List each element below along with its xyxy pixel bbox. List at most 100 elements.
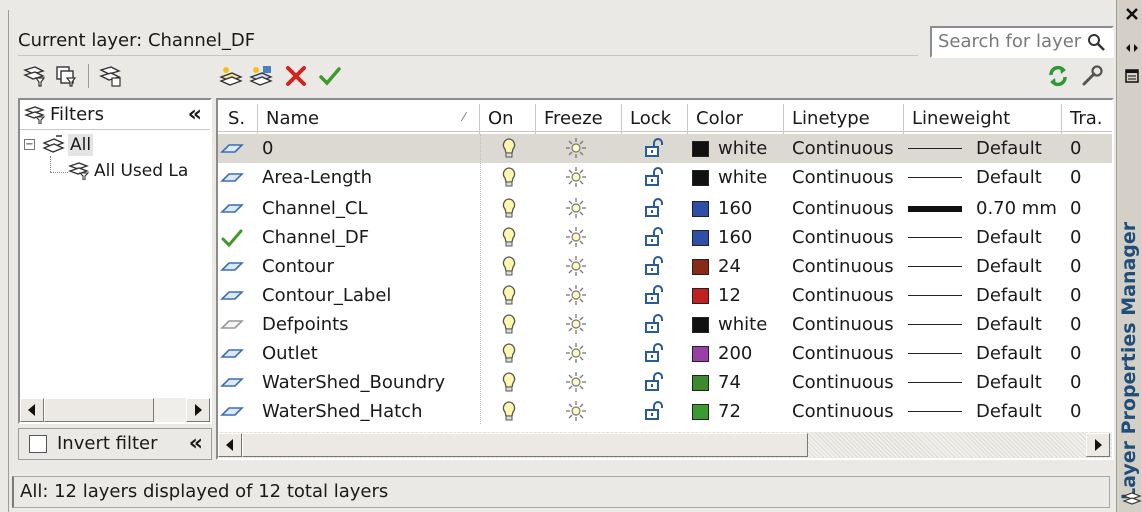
column-header-color[interactable]: Color: [688, 104, 784, 134]
table-row[interactable]: Outlet 200 Continuous Default 0: [218, 339, 1112, 368]
lightbulb-on-icon[interactable]: [500, 163, 540, 192]
layer-transparency[interactable]: 0: [1070, 194, 1110, 223]
unlocked-icon[interactable]: [642, 368, 682, 397]
new-filter-icon[interactable]: [22, 64, 46, 88]
scroll-thumb[interactable]: [44, 398, 154, 422]
color-swatch[interactable]: [692, 141, 709, 157]
layer-lineweight[interactable]: Default: [976, 339, 1064, 368]
layer-color[interactable]: 12: [718, 281, 784, 310]
tree-label-all[interactable]: All: [68, 134, 94, 156]
delete-layer-icon[interactable]: [284, 64, 308, 88]
layer-lineweight[interactable]: Default: [976, 281, 1064, 310]
sun-thawed-icon[interactable]: [564, 281, 604, 310]
search-input[interactable]: Search for layer: [938, 31, 1081, 52]
layer-color[interactable]: white: [718, 163, 784, 192]
column-header-linetype[interactable]: Linetype: [784, 104, 904, 134]
layer-lineweight[interactable]: Default: [976, 163, 1064, 192]
scroll-left-button[interactable]: [20, 398, 44, 422]
unlocked-icon[interactable]: [642, 194, 682, 223]
properties-icon[interactable]: [1124, 68, 1140, 84]
autohide-icon[interactable]: [1124, 40, 1140, 56]
column-header-freeze[interactable]: Freeze: [536, 104, 622, 134]
layer-lineweight[interactable]: Default: [976, 134, 1064, 163]
table-row[interactable]: 0 white Continuous Default 0: [218, 134, 1112, 163]
list-scroll-right-button[interactable]: [1086, 433, 1110, 457]
refresh-icon[interactable]: [1046, 64, 1070, 88]
color-swatch[interactable]: [692, 404, 709, 420]
current-layer-check-icon[interactable]: [220, 223, 256, 252]
layer-color[interactable]: 200: [718, 339, 784, 368]
color-swatch[interactable]: [692, 288, 709, 304]
lightbulb-on-icon[interactable]: [500, 134, 540, 163]
list-scroll-left-button[interactable]: [218, 433, 242, 457]
layer-status-icon[interactable]: [220, 134, 256, 163]
layer-list-scrollbar[interactable]: [218, 432, 1112, 458]
lightbulb-on-icon[interactable]: [500, 223, 540, 252]
lightbulb-on-icon[interactable]: [500, 339, 540, 368]
layer-name[interactable]: Contour: [262, 252, 480, 281]
unlocked-icon[interactable]: [642, 339, 682, 368]
layer-linetype[interactable]: Continuous: [792, 134, 904, 163]
layer-linetype[interactable]: Continuous: [792, 163, 904, 192]
layer-name[interactable]: Area-Length: [262, 163, 480, 192]
table-row[interactable]: Contour 24 Continuous Default 0: [218, 252, 1112, 281]
sun-thawed-icon[interactable]: [564, 310, 604, 339]
layer-transparency[interactable]: 0: [1070, 310, 1110, 339]
tree-expander[interactable]: −: [24, 139, 35, 150]
layer-name[interactable]: Channel_DF: [262, 223, 480, 252]
lightbulb-on-icon[interactable]: [500, 252, 540, 281]
table-row[interactable]: WaterShed_Hatch 72 Continuous Default 0: [218, 397, 1112, 426]
layer-color[interactable]: 160: [718, 194, 784, 223]
layer-status-icon[interactable]: [220, 397, 256, 426]
unlocked-icon[interactable]: [642, 134, 682, 163]
layer-name[interactable]: WaterShed_Boundry: [262, 368, 480, 397]
settings-icon[interactable]: [1080, 64, 1104, 88]
layer-color[interactable]: white: [718, 134, 784, 163]
table-row[interactable]: WaterShed_Boundry 74 Continuous Default 0: [218, 368, 1112, 397]
unlocked-icon[interactable]: [642, 223, 682, 252]
unlocked-icon[interactable]: [642, 281, 682, 310]
color-swatch[interactable]: [692, 170, 709, 186]
layer-color[interactable]: 74: [718, 368, 784, 397]
layer-linetype[interactable]: Continuous: [792, 281, 904, 310]
sun-thawed-icon[interactable]: [564, 223, 604, 252]
lightbulb-on-icon[interactable]: [500, 397, 540, 426]
new-layer-vp-frozen-icon[interactable]: [248, 64, 274, 88]
color-swatch[interactable]: [692, 230, 709, 246]
layer-status-icon[interactable]: [220, 194, 256, 223]
layer-lineweight[interactable]: 0.70 mm: [976, 194, 1064, 223]
column-header-lock[interactable]: Lock: [622, 104, 688, 134]
layer-color[interactable]: white: [718, 310, 784, 339]
layer-lineweight[interactable]: Default: [976, 397, 1064, 426]
sun-thawed-icon[interactable]: [564, 339, 604, 368]
sun-thawed-icon[interactable]: [564, 252, 604, 281]
collapse-panel-button[interactable]: «: [189, 429, 203, 459]
layer-linetype[interactable]: Continuous: [792, 194, 904, 223]
layer-lineweight[interactable]: Default: [976, 223, 1064, 252]
layer-linetype[interactable]: Continuous: [792, 339, 904, 368]
collapse-filters-button[interactable]: «: [188, 100, 202, 130]
scroll-right-button[interactable]: [186, 398, 210, 422]
invert-filter-label[interactable]: Invert filter: [57, 429, 158, 459]
layer-transparency[interactable]: 0: [1070, 339, 1110, 368]
color-swatch[interactable]: [692, 259, 709, 275]
sun-thawed-icon[interactable]: [564, 194, 604, 223]
color-swatch[interactable]: [692, 201, 709, 217]
layer-name[interactable]: Outlet: [262, 339, 480, 368]
layer-transparency[interactable]: 0: [1070, 252, 1110, 281]
layer-transparency[interactable]: 0: [1070, 134, 1110, 163]
unlocked-icon[interactable]: [642, 163, 682, 192]
layer-status-icon[interactable]: [220, 368, 256, 397]
unlocked-icon[interactable]: [642, 310, 682, 339]
layer-transparency[interactable]: 0: [1070, 223, 1110, 252]
group-filter-icon[interactable]: [54, 64, 78, 88]
layer-linetype[interactable]: Continuous: [792, 223, 904, 252]
list-scroll-thumb[interactable]: [242, 433, 808, 457]
unlocked-icon[interactable]: [642, 252, 682, 281]
table-row[interactable]: Area-Length white Continuous Default 0: [218, 163, 1112, 192]
column-header-name[interactable]: Name ⁄: [258, 104, 480, 134]
close-icon[interactable]: [1124, 6, 1140, 22]
color-swatch[interactable]: [692, 346, 709, 362]
layer-transparency[interactable]: 0: [1070, 281, 1110, 310]
layer-name[interactable]: WaterShed_Hatch: [262, 397, 480, 426]
